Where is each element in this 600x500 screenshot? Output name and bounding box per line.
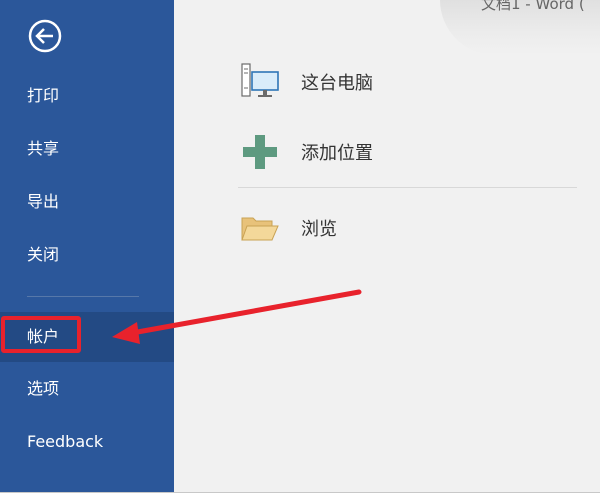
location-label: 这台电脑 [301,73,373,94]
location-label: 添加位置 [301,143,373,164]
location-browse[interactable]: 浏览 [238,206,337,250]
nav-item-export[interactable]: 导出 [0,177,174,227]
folder-icon [238,206,282,250]
nav-item-close[interactable]: 关闭 [0,230,174,280]
sidebar-divider [27,296,139,297]
status-strip [0,492,600,500]
plus-icon [238,130,282,174]
back-arrow-icon [28,19,62,53]
location-add-place[interactable]: 添加位置 [238,130,373,174]
window-title: 文档1 - Word ( [481,0,585,13]
annotation-highlight-box [1,316,81,353]
computer-icon [238,60,282,104]
locations-divider [238,187,577,188]
backstage-sidebar: 打印 共享 导出 关闭 帐户 选项 Feedback [0,0,174,492]
nav-item-feedback[interactable]: Feedback [0,417,174,467]
location-this-pc[interactable]: 这台电脑 [238,60,373,104]
backstage-view: 文档1 - Word ( 打印 共享 导出 关闭 帐户 选项 Feedback [0,0,600,500]
nav-item-share[interactable]: 共享 [0,124,174,174]
nav-item-options[interactable]: 选项 [0,364,174,414]
back-button[interactable] [23,14,67,58]
location-label: 浏览 [301,219,337,240]
nav-item-print[interactable]: 打印 [0,71,174,121]
